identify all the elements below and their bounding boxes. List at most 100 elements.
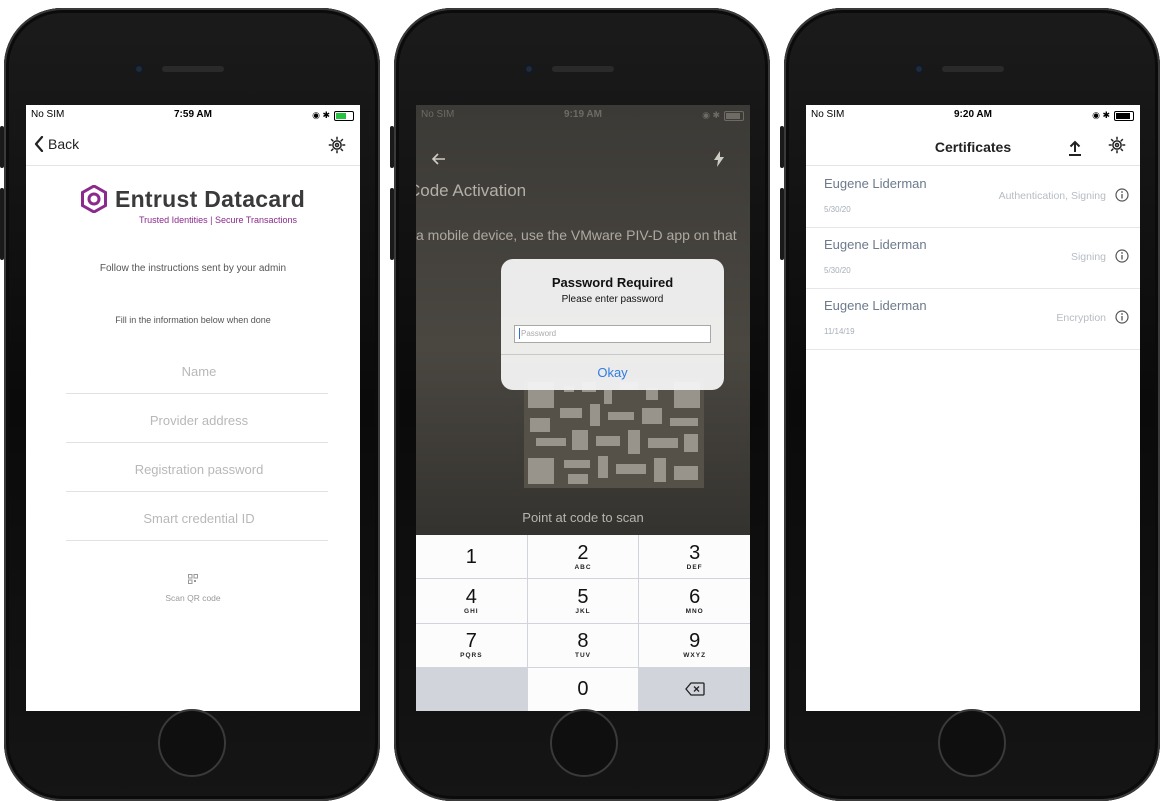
key-letters: GHI [464, 607, 479, 615]
hexagon-logo-icon [80, 185, 107, 213]
certificate-row[interactable]: Eugene Liderman 11/14/19 Encryption [806, 288, 1140, 350]
numeric-keypad: 1 2 ABC 3 DEF 4 GHI 5 JKL 6 MNO 7 PQRS 8 TUV 9W… [416, 535, 750, 711]
key-4[interactable]: 4 GHI [416, 579, 527, 623]
logo-tagline: Trusted Identities | Secure Transactions [138, 215, 298, 225]
key-digit: 0 [577, 678, 589, 701]
name-input[interactable] [66, 363, 332, 380]
scan-qr-label: Scan QR code [165, 593, 221, 603]
bluetooth-icon: ◉ ✱ [1092, 110, 1110, 120]
text-caret [519, 328, 520, 340]
gear-icon[interactable] [1108, 136, 1126, 154]
fill-in-text: Fill in the information below when done [115, 315, 271, 325]
screen-certificates: No SIM 9:20 AM ◉ ✱ Certificates Eugene L… [806, 105, 1140, 711]
status-bar: No SIM 9:20 AM ◉ ✱ [806, 105, 1140, 125]
front-camera [524, 64, 534, 74]
battery-icon [724, 110, 744, 121]
key-digit: 2 [577, 541, 589, 564]
key-digit: 3 [689, 541, 701, 564]
front-camera [914, 64, 924, 74]
backspace-icon [684, 682, 705, 697]
info-icon[interactable] [1115, 249, 1129, 263]
upload-icon[interactable] [1068, 140, 1082, 156]
password-input[interactable]: Password [514, 325, 711, 343]
key-letters: TUV [574, 652, 591, 660]
navigation-bar: Certificates [806, 125, 1140, 166]
key-letters: ABC [574, 563, 592, 571]
key-3[interactable]: 3 DEF [639, 535, 750, 579]
key-letters: WXYZ [683, 652, 707, 660]
key-letters: PQRS [460, 652, 483, 660]
home-button[interactable] [938, 709, 1006, 777]
navigation-bar: Back [26, 125, 360, 166]
front-camera [134, 64, 144, 74]
status-time: 9:20 AM [954, 109, 992, 120]
key-9[interactable]: 9 WXYZ [639, 623, 750, 667]
key-digit: 7 [465, 630, 477, 653]
page-title: Certificates [934, 139, 1012, 155]
bluetooth-icon: ◉ ✱ [312, 110, 330, 120]
earpiece-speaker [552, 66, 614, 72]
certificate-usage: Signing [1070, 251, 1106, 263]
qr-code-icon [188, 574, 198, 584]
status-time: 7:59 AM [174, 109, 212, 120]
key-digit: 6 [689, 585, 701, 608]
info-icon[interactable] [1115, 188, 1129, 202]
camera-toolbar [416, 145, 750, 175]
home-button[interactable] [550, 709, 618, 777]
qr-code-image [524, 378, 704, 488]
password-dialog: Password Required Please enter password … [501, 259, 724, 390]
key-2[interactable]: 2 ABC [527, 535, 639, 579]
registration-password-input[interactable] [66, 461, 332, 478]
status-bar: No SIM 7:59 AM ◉ ✱ [26, 105, 360, 125]
home-button[interactable] [158, 709, 226, 777]
back-label: Back [48, 136, 80, 152]
back-button[interactable]: Back [34, 136, 79, 152]
certificate-owner: Eugene Liderman [824, 298, 927, 313]
certificate-owner: Eugene Liderman [824, 237, 927, 252]
activation-description: a mobile device, use the VMware PIV-D ap… [416, 227, 737, 243]
battery-icon [1114, 110, 1134, 121]
arrow-left-icon[interactable] [432, 153, 446, 165]
key-0[interactable]: 0 [527, 667, 639, 711]
delete-key[interactable] [639, 667, 750, 711]
key-digit: 5 [577, 585, 589, 608]
scan-hint-text: Point at code to scan [522, 510, 644, 525]
key-1[interactable]: 1 [416, 535, 527, 579]
info-icon[interactable] [1115, 310, 1129, 324]
instructions-text: Follow the instructions sent by your adm… [99, 263, 287, 274]
okay-button[interactable]: Okay [501, 354, 724, 390]
certificate-row[interactable]: Eugene Liderman 5/30/20 Signing [806, 227, 1140, 289]
key-6[interactable]: 6 MNO [639, 579, 750, 623]
bluetooth-icon: ◉ ✱ [702, 110, 720, 120]
key-letters: MNO [685, 607, 704, 615]
key-5[interactable]: 5 JKL [527, 579, 639, 623]
earpiece-speaker [942, 66, 1004, 72]
gear-icon[interactable] [328, 136, 346, 154]
key-digit: 9 [689, 630, 701, 653]
certificate-owner: Eugene Liderman [824, 176, 927, 191]
key-digit: 1 [465, 545, 477, 568]
key-letters: DEF [686, 563, 703, 571]
status-time: 9:19 AM [564, 109, 602, 120]
flash-icon[interactable] [714, 151, 724, 167]
status-bar: No SIM 9:19 AM ◉ ✱ [416, 105, 750, 125]
status-indicators: ◉ ✱ [702, 110, 744, 121]
registration-password-field [66, 443, 332, 492]
status-indicators: ◉ ✱ [1092, 110, 1134, 121]
scan-qr-button[interactable]: Scan QR code [26, 571, 360, 603]
phone-frame-3: No SIM 9:20 AM ◉ ✱ Certificates Eugene L… [780, 8, 1160, 801]
key-7[interactable]: 7 PQRS [416, 623, 527, 667]
phone-frame-1: No SIM 7:59 AM ◉ ✱ Back Entrust Datacard… [0, 8, 380, 801]
certificate-date: 11/14/19 [824, 327, 855, 336]
certificate-date: 5/30/20 [824, 205, 851, 214]
key-letters: JKL [575, 607, 591, 615]
smart-credential-id-input[interactable] [66, 510, 332, 527]
key-blank [416, 667, 527, 711]
certificate-row[interactable]: Eugene Liderman 5/30/20 Authentication, … [806, 166, 1140, 228]
logo-wordmark: Entrust Datacard [114, 185, 306, 212]
certificate-date: 5/30/20 [824, 266, 851, 275]
provider-address-input[interactable] [66, 412, 332, 429]
certificate-usage: Authentication, Signing [998, 190, 1106, 202]
password-placeholder: Password [521, 329, 557, 338]
key-8[interactable]: 8 TUV [527, 623, 639, 667]
